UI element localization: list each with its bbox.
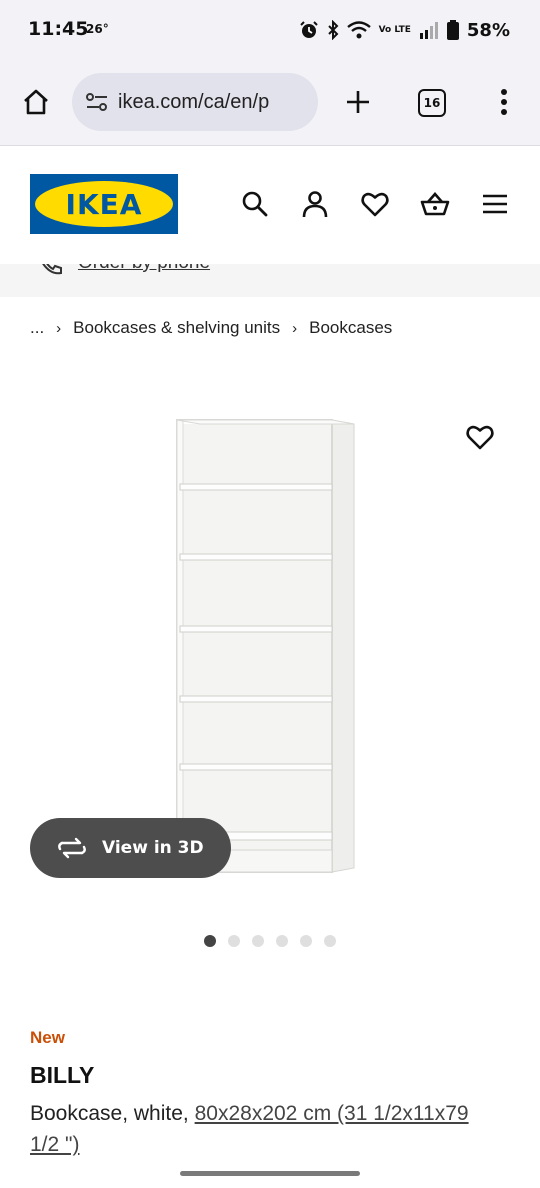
basket-button[interactable] [420, 189, 450, 219]
new-badge: New [30, 1028, 65, 1047]
view-in-3d-button[interactable]: View in 3D [30, 818, 231, 878]
product-name: BILLY [30, 1062, 95, 1088]
gesture-bar[interactable] [180, 1171, 360, 1176]
more-vert-icon [501, 89, 507, 115]
new-tab-button[interactable] [340, 84, 376, 120]
product-type: Bookcase, white, [30, 1102, 189, 1125]
hamburger-icon [483, 194, 507, 214]
tabs-button[interactable]: 16 [418, 89, 446, 117]
home-icon [24, 89, 48, 115]
save-to-list-button[interactable] [464, 422, 496, 452]
pagination-dot[interactable] [228, 935, 240, 947]
volte-icon: Vo LTE [378, 24, 411, 35]
browser-toolbar: ikea.com/ca/en/p 16 [0, 60, 540, 146]
rotate-3d-icon [56, 836, 88, 860]
status-bar: 11:45 26° Vo LTE 58% [0, 0, 540, 60]
favourites-button[interactable] [360, 189, 390, 219]
home-button[interactable] [18, 84, 54, 120]
main-menu-button[interactable] [480, 189, 510, 219]
battery-percent: 58% [466, 19, 510, 41]
pagination-dot[interactable] [204, 935, 216, 947]
gallery-pagination [204, 935, 336, 947]
product-image[interactable] [160, 410, 370, 880]
breadcrumb-item[interactable]: Bookcases & shelving units [73, 318, 280, 338]
search-icon [242, 191, 268, 217]
basket-icon [420, 192, 450, 216]
search-button[interactable] [240, 189, 270, 219]
user-icon [302, 191, 328, 218]
pagination-dot[interactable] [324, 935, 336, 947]
tune-icon[interactable] [84, 89, 110, 115]
order-by-phone-strip: Order by phone [0, 264, 540, 297]
pagination-dot[interactable] [300, 935, 312, 947]
logo-oval: IKEA [35, 181, 173, 227]
wifi-icon [346, 20, 371, 40]
browser-menu-button[interactable] [490, 84, 518, 120]
account-button[interactable] [300, 189, 330, 219]
status-icons: Vo LTE 58% [299, 17, 510, 43]
chevron-right-icon: › [292, 319, 298, 337]
address-bar[interactable]: ikea.com/ca/en/p [72, 73, 318, 131]
heart-icon [466, 425, 494, 450]
pagination-dot[interactable] [252, 935, 264, 947]
breadcrumb-item[interactable]: Bookcases [309, 318, 392, 338]
status-time: 11:45 [28, 18, 89, 40]
chevron-right-icon: › [56, 319, 62, 337]
alarm-icon [299, 20, 319, 40]
ikea-logo[interactable]: IKEA [30, 174, 178, 234]
pagination-dot[interactable] [276, 935, 288, 947]
bluetooth-icon [327, 20, 339, 40]
breadcrumb-ellipsis[interactable]: ... [30, 318, 44, 338]
phone-icon [36, 264, 64, 282]
breadcrumb: ... › Bookcases & shelving units › Bookc… [30, 316, 392, 340]
product-description: Bookcase, white, 80x28x202 cm (31 1/2x11… [30, 1098, 470, 1160]
battery-icon [446, 20, 459, 40]
order-by-phone-link[interactable]: Order by phone [78, 264, 210, 274]
bookcase-illustration [176, 419, 355, 873]
logo-text: IKEA [65, 187, 143, 221]
heart-icon [361, 192, 389, 217]
site-header: IKEA [0, 147, 540, 264]
signal-icon [419, 20, 439, 40]
view-in-3d-label: View in 3D [102, 838, 204, 858]
status-temperature: 26° [86, 22, 109, 36]
tab-count: 16 [423, 96, 441, 110]
plus-icon [347, 91, 369, 113]
url-text[interactable]: ikea.com/ca/en/p [118, 91, 269, 114]
